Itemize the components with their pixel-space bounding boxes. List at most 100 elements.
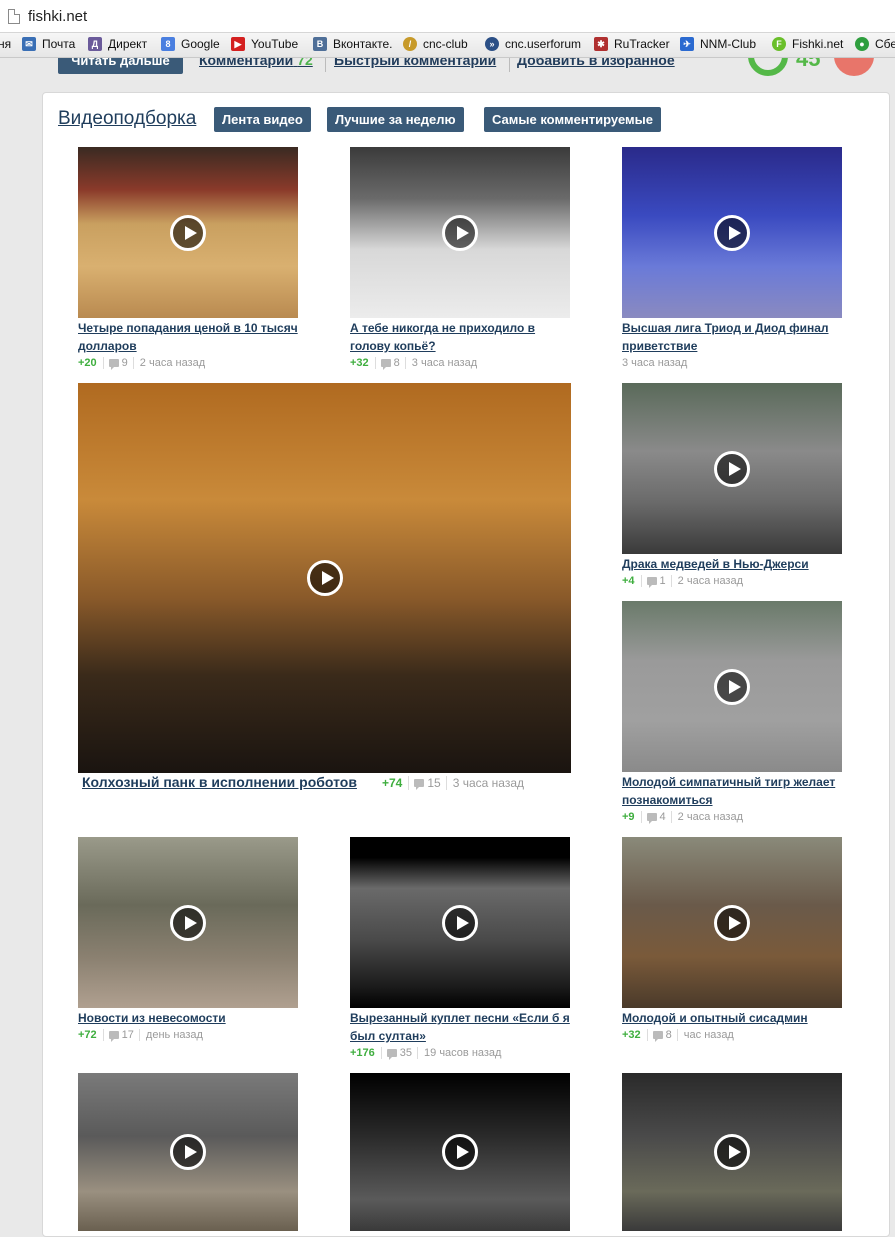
time-ago: 3 часа назад: [622, 357, 688, 369]
bookmark-youtube[interactable]: ▶ YouTube: [231, 37, 298, 51]
tab-most-commented[interactable]: Самые комментируемые: [484, 107, 661, 132]
video-thumbnail[interactable]: [350, 147, 570, 318]
video-title[interactable]: Высшая лига Триод и Диод финал приветств…: [622, 319, 842, 355]
bookmark-fishki[interactable]: F Fishki.net: [772, 37, 843, 51]
bookmark-mail[interactable]: ✉ Почта: [22, 37, 75, 51]
play-icon[interactable]: [306, 560, 343, 596]
bookmark-sber[interactable]: ● Сбе: [855, 37, 895, 51]
play-icon[interactable]: [170, 904, 206, 941]
video-title[interactable]: Новости из невесомости: [78, 1009, 298, 1027]
video-thumbnail[interactable]: [350, 837, 570, 1008]
video-card: Вырезанный куплет песни «Если б я был су…: [350, 837, 578, 1062]
play-icon[interactable]: [170, 214, 206, 251]
section-heading[interactable]: Видеоподборка: [58, 108, 196, 130]
video-card: А тебе никогда не приходило в голову коп…: [350, 147, 578, 372]
video-title[interactable]: Четыре попадания ценой в 10 тысяч доллар…: [78, 319, 298, 355]
fishki-icon: F: [772, 37, 786, 51]
comment-icon: [646, 813, 657, 824]
comments-link[interactable]: Комментарии 72: [199, 58, 313, 68]
play-icon[interactable]: [714, 214, 750, 251]
divider: [509, 58, 510, 72]
quick-comment-link[interactable]: Быстрый комментарий: [334, 58, 496, 68]
bookmark-vk[interactable]: B Вконтакте.: [313, 37, 392, 51]
comment-icon: [414, 779, 425, 790]
address-bar[interactable]: fishki.net: [0, 0, 895, 33]
rutracker-icon: ✱: [594, 37, 608, 51]
divider: [325, 58, 326, 72]
comments-count[interactable]: 17: [102, 1029, 140, 1042]
sber-icon: ●: [855, 37, 869, 51]
play-icon[interactable]: [442, 214, 478, 251]
video-thumbnail[interactable]: [622, 601, 842, 772]
video-meta: +176 35 19 часов назад: [350, 1047, 501, 1060]
video-title[interactable]: Молодой симпатичный тигр желает познаком…: [622, 773, 842, 809]
rating-plus: +74: [382, 776, 403, 790]
video-title[interactable]: А тебе никогда не приходило в голову коп…: [350, 319, 578, 355]
bookmark-nnm-club[interactable]: ✈ NNM-Club: [680, 37, 756, 51]
comments-count[interactable]: 8: [374, 357, 406, 370]
play-icon[interactable]: [170, 1134, 206, 1170]
play-icon[interactable]: [714, 668, 750, 705]
time-ago: 2 часа назад: [677, 811, 744, 823]
bookmark-cnc-userforum[interactable]: » cnc.userforum: [485, 37, 581, 51]
video-thumbnail[interactable]: [78, 837, 298, 1008]
bookmark-cnc-club[interactable]: / cnc-club: [403, 37, 468, 51]
rating-plus: +72: [78, 1029, 97, 1041]
video-title[interactable]: Драка медведей в Нью-Джерси: [622, 555, 842, 573]
rate-down-icon[interactable]: [834, 58, 874, 76]
comments-count[interactable]: 1: [640, 575, 672, 588]
rating-plus: +20: [78, 357, 97, 369]
video-title[interactable]: Молодой и опытный сисадмин: [622, 1009, 842, 1027]
video-thumbnail[interactable]: [78, 383, 571, 773]
video-meta: +9 4 2 часа назад: [622, 811, 744, 824]
video-card: [622, 1073, 842, 1231]
play-icon[interactable]: [714, 1134, 750, 1170]
play-icon[interactable]: [442, 904, 478, 941]
video-thumbnail[interactable]: [78, 147, 298, 318]
bookmark-direct[interactable]: Д Директ: [88, 37, 147, 51]
tab-best-week[interactable]: Лучшие за неделю: [327, 107, 464, 132]
video-card: Молодой симпатичный тигр желает познаком…: [622, 601, 842, 826]
url-text[interactable]: fishki.net: [28, 8, 87, 25]
bookmarks-bar: ня ✉Почта ДДирект 8Google ▶YouTube BВкон…: [0, 33, 895, 58]
video-thumbnail[interactable]: [622, 147, 842, 318]
time-ago: час назад: [683, 1029, 734, 1041]
comments-count[interactable]: 35: [380, 1047, 419, 1060]
comments-count[interactable]: 9: [102, 357, 134, 370]
time-ago: 2 часа назад: [677, 575, 744, 587]
video-meta: 3 часа назад: [622, 357, 687, 369]
featured-video-card: Колхозный панк в исполнении роботов +74 …: [78, 383, 571, 803]
play-icon[interactable]: [714, 450, 750, 487]
video-card: Четыре попадания ценой в 10 тысяч доллар…: [78, 147, 298, 372]
video-card: [78, 1073, 298, 1231]
bookmark-rutracker[interactable]: ✱ RuTracker: [594, 37, 670, 51]
comments-count[interactable]: 4: [640, 811, 672, 824]
rating-value: 45: [796, 58, 821, 71]
play-icon[interactable]: [442, 1134, 478, 1170]
video-title[interactable]: Вырезанный куплет песни «Если б я был су…: [350, 1009, 578, 1045]
video-meta: +72 17 день назад: [78, 1029, 203, 1042]
video-thumbnail[interactable]: [78, 1073, 298, 1231]
bookmark-item[interactable]: ня: [0, 37, 11, 51]
video-thumbnail[interactable]: [622, 383, 842, 554]
time-ago: день назад: [145, 1029, 203, 1041]
rate-up-icon[interactable]: [748, 58, 788, 76]
read-more-button[interactable]: Читать дальше: [58, 58, 183, 74]
comments-count[interactable]: 8: [646, 1029, 678, 1042]
video-thumbnail[interactable]: [622, 1073, 842, 1231]
rating-plus: +32: [622, 1029, 641, 1041]
add-favorite-link[interactable]: Добавить в избранное: [517, 58, 675, 68]
vk-icon: B: [313, 37, 327, 51]
video-thumbnail[interactable]: [350, 1073, 570, 1231]
video-thumbnail[interactable]: [622, 837, 842, 1008]
play-icon[interactable]: [714, 904, 750, 941]
time-ago: 3 часа назад: [452, 776, 525, 790]
comment-icon: [380, 359, 391, 370]
tab-video-feed[interactable]: Лента видео: [214, 107, 311, 132]
comments-count: 72: [297, 58, 313, 68]
video-title[interactable]: Колхозный панк в исполнении роботов: [78, 773, 378, 791]
comments-count[interactable]: 15: [408, 776, 447, 790]
comment-icon: [108, 1031, 119, 1042]
bookmark-google[interactable]: 8 Google: [161, 37, 220, 51]
comment-icon: [652, 1031, 663, 1042]
